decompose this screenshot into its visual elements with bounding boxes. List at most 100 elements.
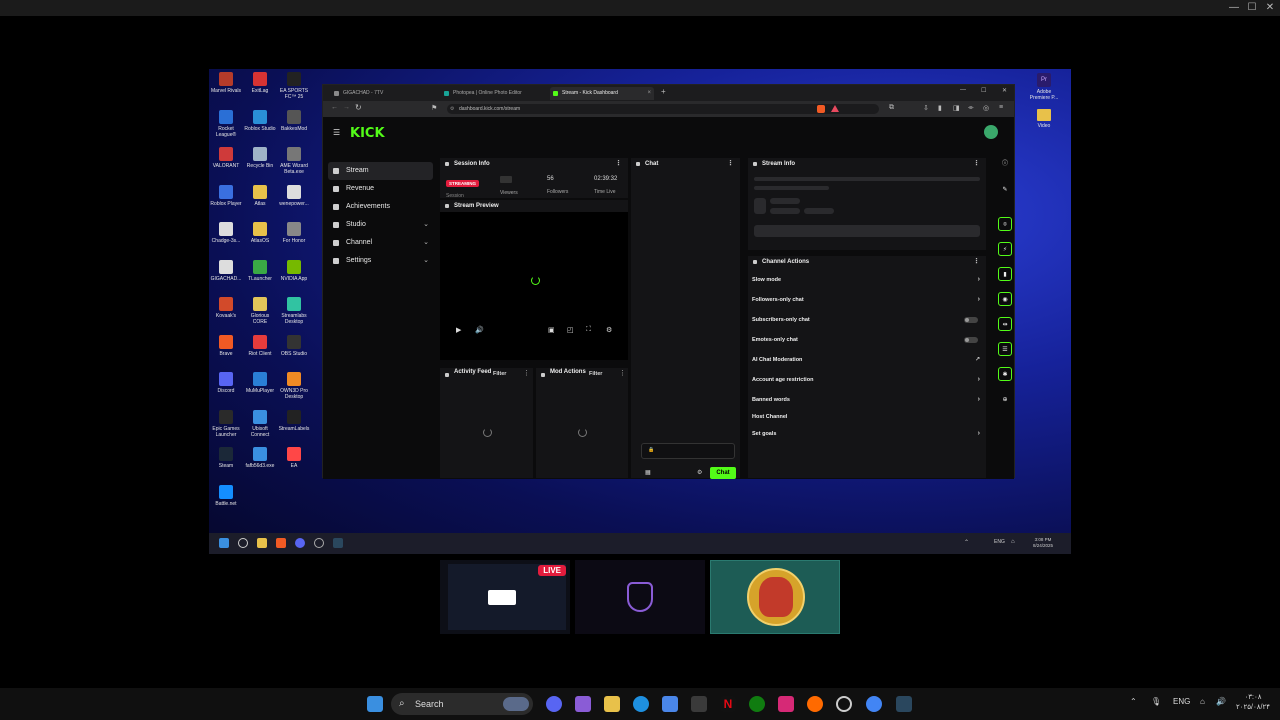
desktop-icon[interactable]: BakkesMod xyxy=(277,109,311,132)
desktop-icon[interactable]: EA xyxy=(277,447,311,469)
desktop-icon[interactable]: Ubisoft Connect xyxy=(243,409,277,438)
copilot-icon[interactable] xyxy=(575,696,591,712)
host-minimize-button[interactable]: — xyxy=(1228,2,1240,14)
desktop-icon[interactable]: GIGACHAD... xyxy=(209,259,243,282)
desktop-icon[interactable]: OWN3D Pro Desktop xyxy=(277,372,311,400)
instagram-icon[interactable] xyxy=(778,696,794,712)
share-icon[interactable]: ⌯ xyxy=(968,104,974,112)
network-icon[interactable]: ⌂ xyxy=(1200,697,1205,706)
desktop-icon[interactable]: MuMuPlayer xyxy=(243,372,277,394)
desktop-icon[interactable]: StreamLabels xyxy=(277,409,311,432)
desktop-icon[interactable]: wenepower... xyxy=(277,184,311,207)
extensions-icon[interactable]: ⧉ xyxy=(889,104,894,112)
desktop-icon[interactable]: fafb56d3.exe xyxy=(243,447,277,469)
discord-icon[interactable] xyxy=(295,538,305,548)
windows-start-icon[interactable] xyxy=(367,696,383,712)
desktop-icon-premiere[interactable]: Pr Adobe Premiere P... xyxy=(1027,73,1061,101)
channel-action-row[interactable]: Set goals › xyxy=(752,427,984,441)
kick-logo[interactable]: KICK xyxy=(350,126,385,141)
nav-item-channel[interactable]: Channel ⌄ xyxy=(328,234,433,252)
bookmark-icon[interactable]: ⚑ xyxy=(431,104,437,112)
more-options-icon[interactable]: ⋮ xyxy=(523,369,530,377)
toggle-switch[interactable] xyxy=(964,337,978,343)
nav-item-revenue[interactable]: Revenue xyxy=(328,180,433,198)
participant-tile-user[interactable] xyxy=(710,560,840,634)
discord-icon[interactable] xyxy=(546,696,562,712)
desktop-icon[interactable]: Battle.net xyxy=(209,484,243,507)
host-maximize-button[interactable]: ☐ xyxy=(1246,2,1258,14)
host-close-button[interactable]: ✕ xyxy=(1264,2,1276,14)
app-icon[interactable] xyxy=(691,696,707,712)
channel-action-row[interactable]: AI Chat Moderation ↗ xyxy=(752,353,984,367)
desktop-icon[interactable]: Chadge-3s... xyxy=(209,222,243,244)
steam-icon[interactable] xyxy=(333,538,343,548)
brave-icon[interactable] xyxy=(276,538,286,548)
file-explorer-icon[interactable] xyxy=(257,538,267,548)
remote-language[interactable]: ENG xyxy=(994,539,1005,545)
nav-item-studio[interactable]: Studio ⌄ xyxy=(328,216,433,234)
desktop-icon[interactable]: OBS Studio xyxy=(277,334,311,357)
desktop-icon[interactable]: Rocket League® xyxy=(209,109,243,138)
desktop-icon[interactable]: For Honor xyxy=(277,222,311,244)
download-icon[interactable]: ⇩ xyxy=(923,104,929,112)
microphone-icon[interactable]: 🎙 xyxy=(1151,697,1161,706)
channel-action-row[interactable]: Followers-only chat › xyxy=(752,293,984,307)
hamburger-menu-icon[interactable]: ☰ xyxy=(333,128,341,137)
remote-clock[interactable]: 3:08 PM 8/24/2025 xyxy=(1033,537,1053,549)
xbox-icon[interactable] xyxy=(749,696,765,712)
volume-icon[interactable]: 🔊 xyxy=(1216,697,1226,706)
store-icon[interactable] xyxy=(662,696,678,712)
file-explorer-icon[interactable] xyxy=(604,696,620,712)
desktop-icon[interactable]: Riot Client xyxy=(243,334,277,357)
nav-item-achievements[interactable]: Achievements xyxy=(328,198,433,216)
channel-action-row[interactable]: Banned words › xyxy=(752,393,984,407)
url-input[interactable]: ⚙ dashboard.kick.com/stream xyxy=(447,104,879,114)
desktop-icon[interactable]: AtlasOS xyxy=(243,222,277,244)
channel-action-row[interactable]: Emotes-only chat xyxy=(752,333,984,347)
desktop-icon[interactable]: Epic Games Launcher xyxy=(209,409,243,438)
quick-action-icon[interactable]: ◉ xyxy=(998,292,1012,306)
volume-icon[interactable]: 🔊 xyxy=(475,326,484,334)
new-tab-button[interactable]: + xyxy=(661,87,666,96)
channel-action-row[interactable]: Slow mode › xyxy=(752,273,984,287)
input-language[interactable]: ENG xyxy=(1173,697,1190,706)
channel-action-row[interactable]: Subscribers-only chat xyxy=(752,313,984,327)
quick-action-icon[interactable]: ☰ xyxy=(998,342,1012,356)
desktop-icon[interactable]: Discord xyxy=(209,372,243,394)
desktop-icon[interactable]: Brave xyxy=(209,334,243,357)
more-options-icon[interactable]: ⋮ xyxy=(973,158,980,170)
desktop-icon[interactable]: TLauncher xyxy=(243,259,277,282)
participant-tile-avatar[interactable] xyxy=(575,560,705,634)
quick-action-icon[interactable]: ⚡ xyxy=(998,242,1012,256)
desktop-icon[interactable]: NVIDIA App xyxy=(277,259,311,282)
mod-filter-button[interactable]: Filter xyxy=(589,371,602,377)
quick-action-icon[interactable]: ⌾ xyxy=(998,217,1012,231)
settings-icon[interactable] xyxy=(836,696,852,712)
quick-action-icon[interactable]: ⇹ xyxy=(998,317,1012,331)
play-icon[interactable]: ▶ xyxy=(456,326,461,334)
chat-input[interactable]: 🔒 xyxy=(641,443,735,459)
channel-action-row[interactable]: Host Channel xyxy=(752,410,984,424)
vpn-icon[interactable]: ◎ xyxy=(983,104,989,112)
desktop-icon[interactable]: Roblox Player xyxy=(209,184,243,207)
edit-icon[interactable]: ✎ xyxy=(998,183,1012,197)
sidebar-toggle-icon[interactable]: ▮ xyxy=(938,104,942,112)
browser-close-button[interactable]: ✕ xyxy=(1002,87,1007,94)
search-icon[interactable] xyxy=(238,538,248,548)
tab-kick-dashboard[interactable]: Stream - Kick Dashboard × xyxy=(550,87,654,100)
netflix-icon[interactable]: N xyxy=(720,696,736,712)
desktop-icon[interactable]: AME Wizard Beta.exe xyxy=(277,147,311,175)
gift-icon[interactable]: ▦ xyxy=(645,469,651,476)
desktop-icon[interactable]: ExitLag xyxy=(243,72,277,94)
pip-icon[interactable]: ◰ xyxy=(567,326,574,334)
desktop-icon[interactable]: Recycle Bin xyxy=(243,147,277,169)
tab-photopea[interactable]: Photopea | Online Photo Editor xyxy=(441,87,546,100)
browser-menu-icon[interactable]: ≡ xyxy=(999,104,1003,111)
nav-item-settings[interactable]: Settings ⌄ xyxy=(328,252,433,270)
quick-action-icon[interactable]: ✱ xyxy=(998,367,1012,381)
more-options-icon[interactable]: ⋮ xyxy=(973,256,980,268)
theater-mode-icon[interactable]: ▣ xyxy=(548,326,555,334)
quick-action-icon[interactable]: ▮ xyxy=(998,267,1012,281)
settings-icon[interactable] xyxy=(314,538,324,548)
wallet-icon[interactable]: ◨ xyxy=(953,104,960,112)
